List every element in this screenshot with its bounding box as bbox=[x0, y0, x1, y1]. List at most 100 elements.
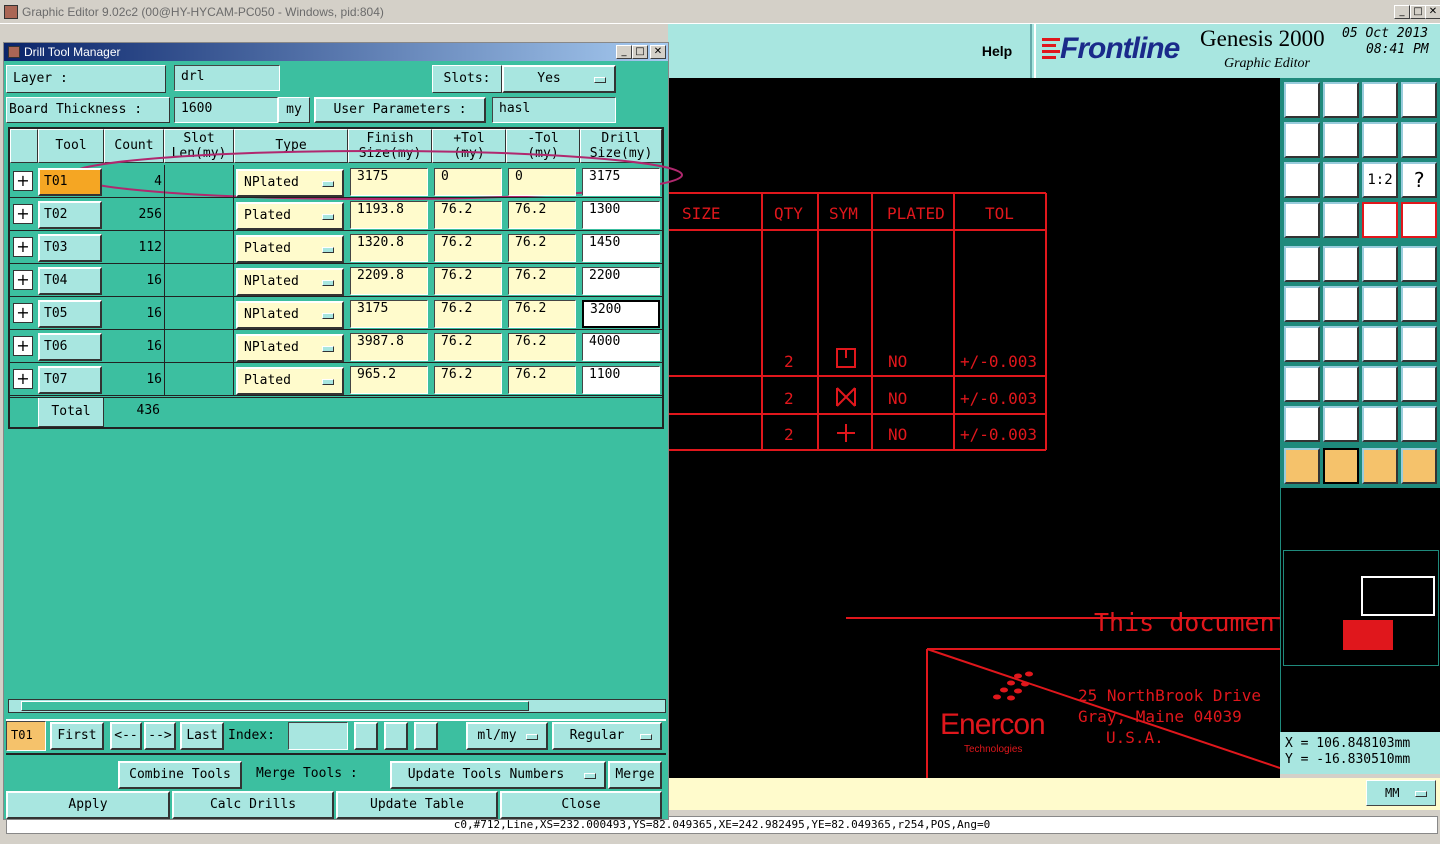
light-icon[interactable] bbox=[354, 722, 378, 750]
minus-tol-field[interactable]: 76.2 bbox=[508, 234, 576, 262]
next-button[interactable]: --> bbox=[144, 722, 176, 750]
units-dropdown[interactable]: MM bbox=[1366, 780, 1436, 806]
tool-button[interactable]: T07 bbox=[38, 366, 102, 394]
finish-size-field[interactable]: 1320.8 bbox=[350, 234, 428, 262]
align-icon[interactable] bbox=[1362, 202, 1398, 238]
expand-icon[interactable]: + bbox=[13, 270, 33, 290]
ruler-icon[interactable] bbox=[1362, 246, 1398, 282]
expand-icon[interactable]: + bbox=[13, 303, 33, 323]
select-icon[interactable] bbox=[1284, 448, 1320, 484]
finish-size-field[interactable]: 965.2 bbox=[350, 366, 428, 394]
finish-size-field[interactable]: 3987.8 bbox=[350, 333, 428, 361]
last-button[interactable]: Last bbox=[180, 722, 224, 750]
current-tool-field[interactable]: T01 bbox=[6, 721, 46, 751]
select-box-icon[interactable] bbox=[1362, 448, 1398, 484]
center-icon[interactable] bbox=[1323, 162, 1359, 198]
minus-tol-field[interactable]: 76.2 bbox=[508, 366, 576, 394]
minus-tol-field[interactable]: 0 bbox=[508, 168, 576, 196]
index-field[interactable] bbox=[288, 722, 348, 750]
update-tools-numbers-dropdown[interactable]: Update Tools Numbers bbox=[390, 761, 606, 789]
scrollbar-thumb[interactable] bbox=[21, 701, 529, 711]
plus-tol-field[interactable]: 76.2 bbox=[434, 366, 502, 394]
close-button[interactable]: Close bbox=[500, 791, 662, 819]
user-parameters-field[interactable]: hasl bbox=[492, 97, 616, 123]
close-window-button[interactable]: ✕ bbox=[1425, 5, 1440, 19]
drill-size-field[interactable]: 1450 bbox=[582, 234, 660, 262]
polygon-icon[interactable] bbox=[1323, 246, 1359, 282]
drill-size-field[interactable]: 1100 bbox=[582, 366, 660, 394]
pad-move-icon[interactable] bbox=[1284, 366, 1320, 402]
triangle-alt-icon[interactable] bbox=[1323, 406, 1359, 442]
line-icon[interactable] bbox=[1323, 326, 1359, 362]
angle-icon[interactable] bbox=[1284, 326, 1320, 362]
combine-tools-button[interactable]: Combine Tools bbox=[118, 761, 242, 789]
expand-icon[interactable]: + bbox=[13, 336, 33, 356]
hline-icon[interactable] bbox=[1323, 366, 1359, 402]
tool-button[interactable]: T04 bbox=[38, 267, 102, 295]
tool-button[interactable]: T06 bbox=[38, 333, 102, 361]
drill-size-field[interactable]: 4000 bbox=[582, 333, 660, 361]
triangle-up-icon[interactable] bbox=[1362, 406, 1398, 442]
triangle-bar-icon[interactable] bbox=[1401, 406, 1437, 442]
prev-button[interactable]: <-- bbox=[110, 722, 142, 750]
graphic-canvas[interactable]: SIZE QTY SYM PLATED TOL 2 NO +/-0.003 2 … bbox=[668, 78, 1280, 778]
minus-tol-field[interactable]: 76.2 bbox=[508, 300, 576, 328]
plus-tol-field[interactable]: 76.2 bbox=[434, 300, 502, 328]
units-select[interactable]: ml/my bbox=[466, 722, 548, 750]
type-dropdown[interactable]: Plated bbox=[236, 202, 344, 230]
user-parameters-button[interactable]: User Parameters : bbox=[314, 97, 486, 123]
plus-tol-field[interactable]: 76.2 bbox=[434, 234, 502, 262]
type-dropdown[interactable]: Plated bbox=[236, 235, 344, 263]
dialog-maximize-button[interactable]: □ bbox=[632, 45, 648, 59]
tool-button[interactable]: T05 bbox=[38, 300, 102, 328]
probe-icon[interactable] bbox=[1323, 202, 1359, 238]
drill-size-field[interactable]: 3175 bbox=[582, 168, 660, 196]
merge-button[interactable]: Merge bbox=[608, 761, 662, 789]
first-button[interactable]: First bbox=[50, 722, 104, 750]
shapes-icon[interactable] bbox=[1401, 366, 1437, 402]
edit-icon[interactable] bbox=[384, 722, 408, 750]
board-thickness-field[interactable]: 1600 bbox=[174, 97, 278, 123]
arc-icon[interactable] bbox=[1362, 326, 1398, 362]
plus-tol-field[interactable]: 76.2 bbox=[434, 267, 502, 295]
zoom-down-icon[interactable] bbox=[1323, 82, 1359, 118]
split-icon[interactable] bbox=[1401, 326, 1437, 362]
maximize-button[interactable]: □ bbox=[1410, 5, 1426, 19]
dialog-close-button[interactable]: ✕ bbox=[650, 45, 666, 59]
apply-button[interactable]: Apply bbox=[6, 791, 170, 819]
tool-button[interactable]: T01 bbox=[38, 168, 102, 196]
expand-icon[interactable]: + bbox=[13, 369, 33, 389]
nodes-icon[interactable] bbox=[1284, 286, 1320, 322]
slots-dropdown[interactable]: Yes bbox=[502, 65, 616, 93]
calc-drills-button[interactable]: Calc Drills bbox=[172, 791, 334, 819]
home-icon[interactable] bbox=[1362, 82, 1398, 118]
type-dropdown[interactable]: Plated bbox=[236, 367, 344, 395]
select-active-icon[interactable] bbox=[1323, 448, 1359, 484]
minimize-button[interactable]: _ bbox=[1394, 5, 1410, 19]
pan-right-icon[interactable] bbox=[1323, 122, 1359, 158]
type-dropdown[interactable]: NPlated bbox=[236, 301, 344, 329]
expand-icon[interactable]: + bbox=[13, 237, 33, 257]
snake-icon[interactable] bbox=[1401, 122, 1437, 158]
overview-map[interactable] bbox=[1280, 488, 1440, 732]
pan-left-icon[interactable] bbox=[1284, 122, 1320, 158]
expand-icon[interactable]: + bbox=[13, 204, 33, 224]
type-dropdown[interactable]: NPlated bbox=[236, 334, 344, 362]
layer-field[interactable]: drl bbox=[174, 65, 280, 91]
help-icon[interactable]: ? bbox=[1401, 162, 1437, 198]
minus-tol-field[interactable]: 76.2 bbox=[508, 267, 576, 295]
window-icon[interactable] bbox=[1401, 82, 1437, 118]
drill-size-field[interactable]: 2200 bbox=[582, 267, 660, 295]
connect-icon[interactable] bbox=[1362, 286, 1398, 322]
finish-size-field[interactable]: 1193.8 bbox=[350, 201, 428, 229]
type-dropdown[interactable]: NPlated bbox=[236, 169, 344, 197]
dot-icon[interactable] bbox=[1401, 246, 1437, 282]
minus-tol-field[interactable]: 76.2 bbox=[508, 201, 576, 229]
plus-tol-field[interactable]: 76.2 bbox=[434, 201, 502, 229]
dialog-minimize-button[interactable]: _ bbox=[616, 45, 632, 59]
finish-size-field[interactable]: 3175 bbox=[350, 300, 428, 328]
tool-button[interactable]: T03 bbox=[38, 234, 102, 262]
route-icon[interactable] bbox=[1401, 448, 1437, 484]
mode-select[interactable]: Regular bbox=[552, 722, 662, 750]
help-button[interactable]: Help bbox=[964, 24, 1032, 78]
